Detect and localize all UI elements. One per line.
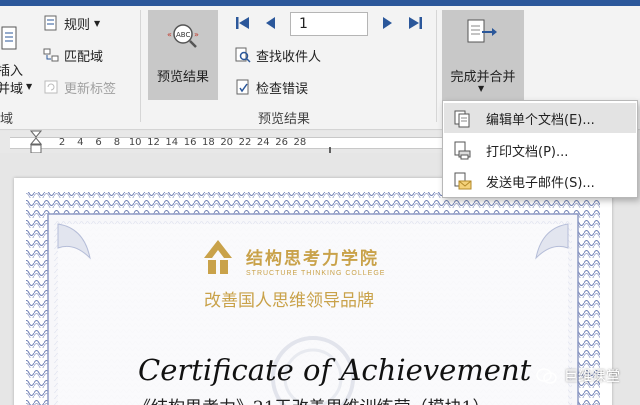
previous-record-icon[interactable]: [262, 14, 280, 32]
chevron-down-icon: ▼: [94, 18, 101, 28]
separator: [140, 10, 141, 122]
merge-field-label: 并域: [0, 82, 24, 97]
menu-item-edit-individual-documents[interactable]: 编辑单个文档(E)...: [444, 103, 636, 133]
last-record-icon[interactable]: [406, 14, 424, 32]
ruler-tick-label: 8: [113, 137, 121, 148]
find-recipient-button[interactable]: 查找收件人: [232, 44, 324, 66]
slogan: 改善国人思维领导品牌: [204, 291, 374, 311]
fields-group-label: 域: [0, 112, 14, 127]
insert-label: 插入: [0, 64, 24, 79]
college-name-en: STRUCTURE THINKING COLLEGE: [246, 270, 386, 277]
match-fields-button[interactable]: 匹配域: [40, 44, 106, 66]
magnifier-preview-icon: « ABC »: [167, 24, 199, 48]
ruler-tick-label: 28: [293, 137, 307, 148]
preview-results-button[interactable]: « ABC » 预览结果: [148, 10, 218, 100]
finish-merge-icon: [467, 19, 497, 43]
ruler-tick-label: 18: [202, 137, 215, 148]
finish-merge-label: 完成并合并: [450, 70, 516, 85]
edit-document-icon: [452, 108, 472, 128]
next-record-icon[interactable]: [378, 14, 396, 32]
check-errors-label: 检查错误: [256, 81, 309, 97]
find-recipient-label: 查找收件人: [256, 49, 322, 65]
menu-item-send-email[interactable]: 发送电子邮件(S)...: [444, 166, 636, 196]
ruler-tick-label: 6: [95, 137, 102, 148]
update-labels-icon: [43, 79, 59, 95]
rules-label: 规则: [64, 17, 91, 33]
ruler-tick-label: 16: [183, 137, 197, 148]
insert-merge-field-button[interactable]: 插入 并域 ▼: [0, 12, 33, 97]
svg-text:«: «: [167, 30, 172, 39]
ruler-tick-label: 12: [147, 137, 160, 148]
update-labels-button[interactable]: 更新标签: [40, 76, 119, 98]
finish-merge-dropdown-menu: 编辑单个文档(E)... 打印文档(P)... 发送电子邮件(S)...: [442, 100, 638, 198]
print-document-icon: [452, 140, 472, 160]
menu-item-label: 打印文档(P)...: [486, 144, 569, 160]
record-number-input[interactable]: 1: [290, 12, 368, 36]
ruler-tick-label: 4: [77, 137, 84, 148]
document-page[interactable]: 结构思考力学院 STRUCTURE THINKING COLLEGE 改善国人思…: [14, 178, 612, 405]
watermark-text: 巨维课堂: [564, 369, 620, 385]
preview-group-label: 预览结果: [258, 112, 311, 127]
menu-item-label: 发送电子邮件(S)...: [486, 175, 595, 191]
ruler-tick-label: 24: [256, 137, 270, 148]
ruler-tick-label: 20: [220, 137, 234, 148]
wechat-logo-icon: [536, 368, 557, 384]
chevron-down-icon: ▼: [26, 82, 33, 91]
check-errors-button[interactable]: 检查错误: [232, 76, 311, 98]
ruler-tick-label: 10: [128, 137, 142, 148]
watermark: 巨维课堂: [536, 366, 620, 386]
find-recipient-icon: [235, 47, 251, 63]
ruler-tick-label: 22: [238, 137, 252, 148]
ruler-tick-label: 14: [165, 137, 179, 148]
rules-button[interactable]: 规则 ▼: [40, 12, 103, 34]
menu-item-label: 编辑单个文档(E)...: [486, 112, 595, 128]
certificate-title: Certificate of Achievement: [138, 353, 532, 387]
document-icon: [1, 26, 17, 50]
college-name-cn: 结构思考力学院: [246, 249, 379, 269]
rules-icon: [43, 15, 59, 31]
certificate-subtitle: 《结构思考力》21天改善思维训练营（模块1）: [134, 393, 489, 405]
update-labels-label: 更新标签: [64, 81, 117, 97]
preview-results-label: 预览结果: [156, 70, 209, 85]
match-fields-icon: [43, 47, 59, 63]
menu-item-print-documents[interactable]: 打印文档(P)...: [444, 135, 636, 165]
chevron-down-icon: ▼: [478, 84, 485, 93]
svg-text:»: »: [194, 30, 199, 39]
ruler-tick-label: 2: [58, 137, 66, 148]
preview-icon-text: ABC: [176, 31, 190, 39]
match-fields-label: 匹配域: [64, 49, 104, 65]
finish-merge-button[interactable]: 完成并合并 ▼: [442, 10, 524, 100]
first-record-icon[interactable]: [234, 14, 252, 32]
ruler-tick-label: 26: [275, 137, 288, 148]
email-document-icon: [452, 171, 472, 191]
check-errors-icon: [235, 79, 251, 95]
separator: [436, 10, 437, 122]
